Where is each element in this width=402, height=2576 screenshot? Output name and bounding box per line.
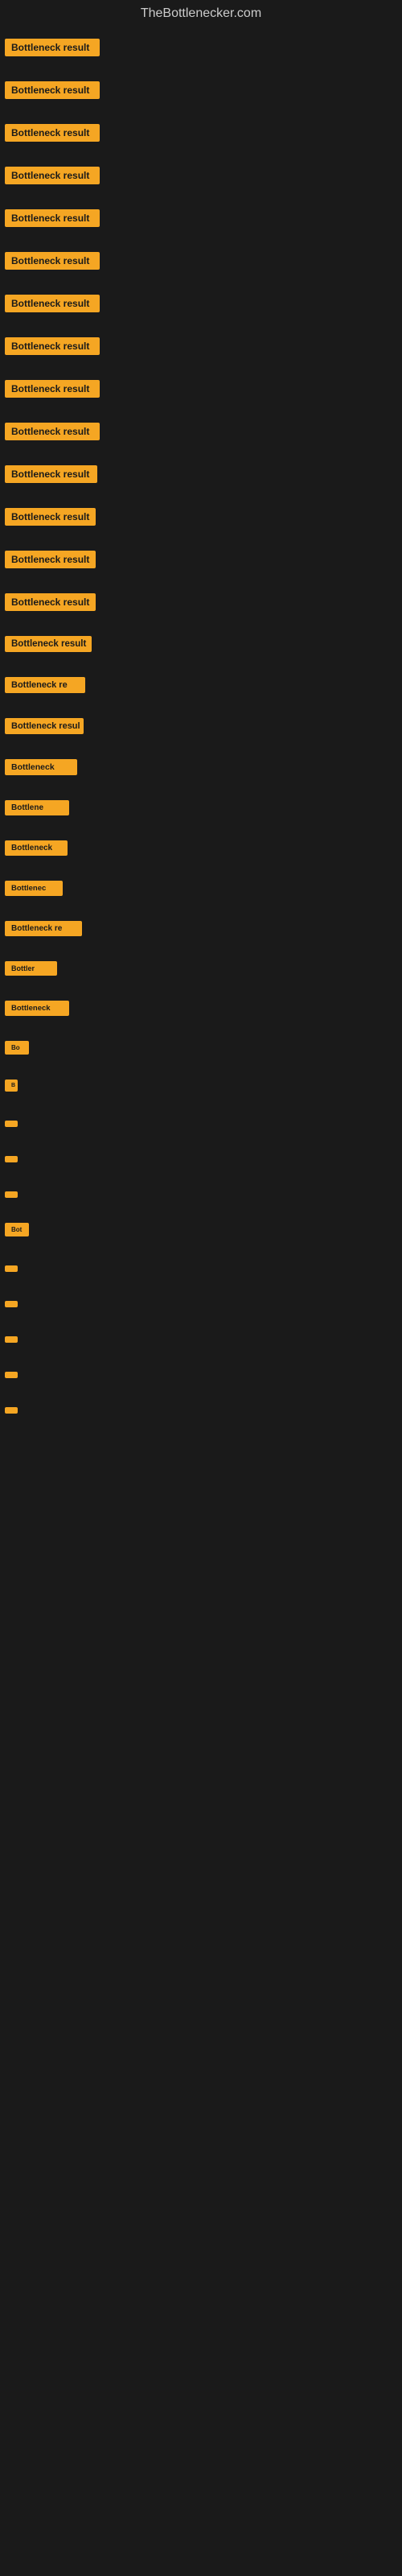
bottleneck-badge[interactable]: Bo (5, 1041, 29, 1055)
list-item[interactable]: Bottleneck result (3, 35, 399, 64)
list-item[interactable]: Bottleneck result (3, 78, 399, 106)
list-item[interactable]: Bottleneck result (3, 505, 399, 533)
bottleneck-badge[interactable]: Bottleneck result (5, 551, 96, 568)
list-item[interactable]: Bottleneck re (3, 674, 399, 700)
list-item[interactable]: Bottleneck result (3, 590, 399, 618)
list-item[interactable]: Bottleneck re (3, 918, 399, 943)
bottleneck-list: Bottleneck result Bottleneck result Bottle… (0, 27, 402, 1443)
bottleneck-badge[interactable]: Bottleneck result (5, 167, 100, 184)
bottleneck-badge[interactable] (5, 1121, 18, 1127)
bottleneck-badge[interactable]: Bottleneck result (5, 423, 100, 440)
bottleneck-badge[interactable]: Bottleneck result (5, 337, 100, 355)
list-item[interactable] (3, 1400, 399, 1421)
bottleneck-badge[interactable]: Bottleneck result (5, 295, 100, 312)
list-item[interactable]: Bottlene (3, 797, 399, 823)
list-item[interactable] (3, 1364, 399, 1385)
bottleneck-badge[interactable]: Bottlene (5, 800, 69, 815)
bottleneck-badge[interactable]: Bottleneck result (5, 508, 96, 526)
list-item[interactable]: Bottleneck result (3, 334, 399, 362)
list-item[interactable]: B (3, 1076, 399, 1099)
list-item[interactable]: Bottleneck result (3, 633, 399, 659)
list-item[interactable]: Bottleneck result (3, 163, 399, 192)
bottleneck-badge[interactable]: Bottlenec (5, 881, 63, 896)
list-item[interactable] (3, 1113, 399, 1134)
list-item[interactable] (3, 1149, 399, 1170)
bottleneck-badge[interactable] (5, 1372, 18, 1378)
list-item[interactable]: Bottleneck result (3, 419, 399, 448)
list-item[interactable] (3, 1294, 399, 1315)
bottleneck-badge[interactable] (5, 1191, 18, 1198)
bottleneck-badge[interactable]: Bottleneck result (5, 124, 100, 142)
bottleneck-badge[interactable] (5, 1301, 18, 1307)
bottleneck-badge[interactable]: Bottleneck resul (5, 718, 84, 734)
bottleneck-badge[interactable]: Bottleneck re (5, 921, 82, 936)
bottleneck-badge[interactable]: Bottleneck (5, 1001, 69, 1016)
bottleneck-badge[interactable]: Bottleneck (5, 840, 68, 856)
list-item[interactable]: Bottleneck result (3, 377, 399, 405)
list-item[interactable]: Bottleneck result (3, 291, 399, 320)
bottleneck-badge[interactable]: Bottleneck re (5, 677, 85, 693)
list-item[interactable]: Bottleneck result (3, 249, 399, 277)
bottleneck-badge[interactable]: Bottleneck result (5, 465, 97, 483)
list-item[interactable]: Bottleneck (3, 756, 399, 782)
list-item[interactable]: Bottleneck resul (3, 715, 399, 741)
bottleneck-badge[interactable]: Bottleneck result (5, 81, 100, 99)
bottleneck-badge[interactable]: Bottleneck result (5, 593, 96, 611)
bottleneck-badge[interactable]: Bottleneck (5, 759, 77, 775)
bottleneck-badge[interactable]: B (5, 1080, 18, 1092)
bottleneck-badge[interactable]: Bottleneck result (5, 252, 100, 270)
bottleneck-badge[interactable] (5, 1156, 18, 1162)
bottleneck-badge[interactable]: Bottler (5, 961, 57, 976)
bottleneck-badge[interactable]: Bot (5, 1223, 29, 1236)
list-item[interactable]: Bottleneck result (3, 121, 399, 149)
list-item[interactable] (3, 1329, 399, 1350)
list-item[interactable] (3, 1258, 399, 1279)
list-item[interactable]: Bottleneck result (3, 547, 399, 576)
list-item[interactable]: Bottler (3, 958, 399, 983)
list-item[interactable]: Bo (3, 1038, 399, 1062)
bottleneck-badge[interactable] (5, 1407, 18, 1414)
bottleneck-badge[interactable]: Bottleneck result (5, 636, 92, 652)
site-title: TheBottlenecker.com (0, 0, 402, 27)
list-item[interactable]: Bot (3, 1220, 399, 1244)
list-item[interactable] (3, 1184, 399, 1205)
list-item[interactable]: Bottleneck (3, 837, 399, 863)
list-item[interactable]: Bottlenec (3, 877, 399, 903)
list-item[interactable]: Bottleneck result (3, 206, 399, 234)
list-item[interactable]: Bottleneck result (3, 462, 399, 490)
bottleneck-badge[interactable] (5, 1265, 18, 1272)
bottleneck-badge[interactable]: Bottleneck result (5, 209, 100, 227)
list-item[interactable]: Bottleneck (3, 997, 399, 1023)
bottleneck-badge[interactable] (5, 1336, 18, 1343)
bottleneck-badge[interactable]: Bottleneck result (5, 39, 100, 56)
bottleneck-badge[interactable]: Bottleneck result (5, 380, 100, 398)
